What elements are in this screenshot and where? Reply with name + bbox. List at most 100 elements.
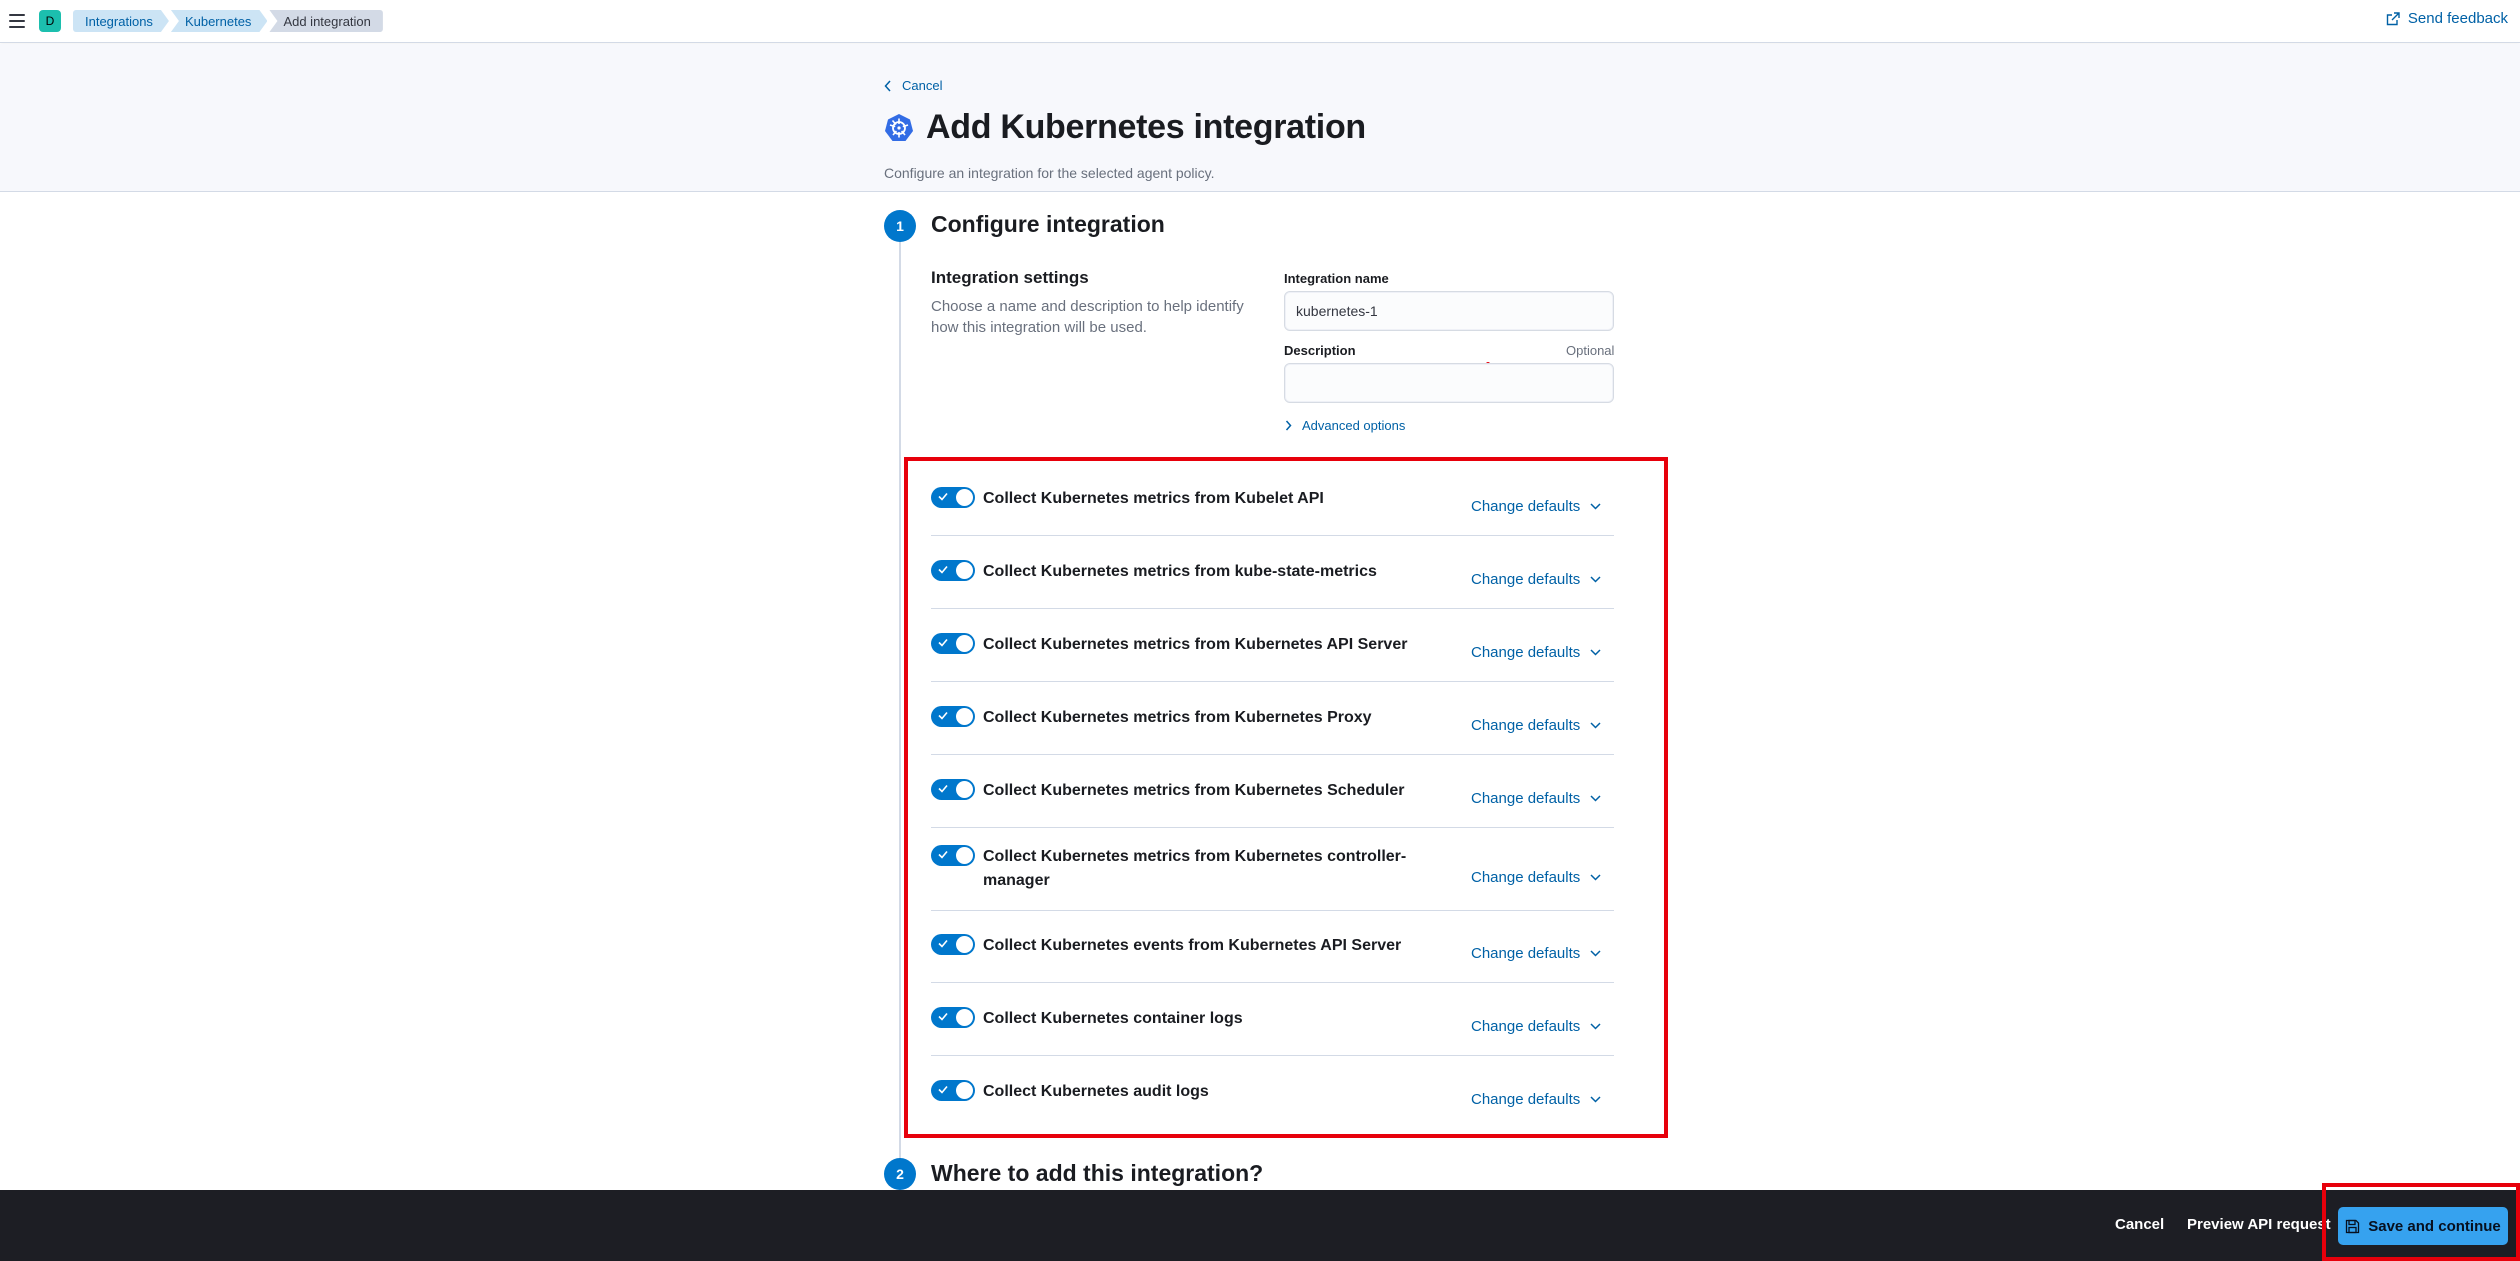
advanced-options-toggle[interactable]: Advanced options (1285, 418, 1405, 433)
input-label: Collect Kubernetes container logs (983, 1010, 1243, 1027)
change-defaults-button[interactable]: Change defaults (1471, 498, 1601, 515)
input-divider (931, 681, 1614, 682)
input-toggle-switch[interactable] (931, 845, 975, 866)
change-defaults-label: Change defaults (1471, 498, 1581, 515)
change-defaults-button[interactable]: Change defaults (1471, 1091, 1601, 1108)
integration-name-input[interactable] (1284, 291, 1614, 331)
menu-icon[interactable] (9, 14, 25, 28)
input-toggle-switch[interactable] (931, 706, 975, 727)
save-and-continue-button[interactable]: Save and continue (2338, 1207, 2508, 1245)
breadcrumb-kubernetes[interactable]: Kubernetes (171, 10, 268, 32)
input-label: Collect Kubernetes events from Kubernete… (983, 937, 1402, 954)
check-icon (938, 850, 948, 859)
input-toggle-switch[interactable] (931, 560, 975, 581)
integration-name-label: Integration name (1284, 271, 1389, 286)
input-row: Collect Kubernetes metrics from Kubernet… (931, 779, 1614, 807)
save-and-continue-label: Save and continue (2368, 1217, 2501, 1235)
chevron-down-icon (1590, 503, 1601, 510)
check-icon (938, 711, 948, 720)
change-defaults-button[interactable]: Change defaults (1471, 717, 1601, 734)
chevron-down-icon (1590, 576, 1601, 583)
breadcrumb-integrations[interactable]: Integrations (73, 10, 169, 32)
chevron-left-icon (884, 79, 891, 92)
change-defaults-label: Change defaults (1471, 945, 1581, 962)
toggle-knob (956, 489, 973, 506)
input-label: Collect Kubernetes audit logs (983, 1083, 1209, 1100)
input-row: Collect Kubernetes audit logs Change defa… (931, 1080, 1614, 1108)
input-toggle-switch[interactable] (931, 779, 975, 800)
input-label: Collect Kubernetes metrics from Kubernet… (983, 636, 1408, 653)
toggle-knob (956, 781, 973, 798)
input-toggle-switch[interactable] (931, 1007, 975, 1028)
external-link-icon (2386, 11, 2400, 25)
input-label: Collect Kubernetes metrics from Kubelet … (983, 490, 1324, 507)
change-defaults-button[interactable]: Change defaults (1471, 945, 1601, 962)
input-divider (931, 754, 1614, 755)
description-optional-label: Optional (1566, 343, 1615, 358)
change-defaults-button[interactable]: Change defaults (1471, 644, 1601, 661)
change-defaults-label: Change defaults (1471, 869, 1581, 886)
chevron-down-icon (1590, 874, 1601, 881)
input-row: Collect Kubernetes metrics from kube-sta… (931, 560, 1614, 588)
description-input[interactable] (1284, 363, 1614, 403)
preview-api-request-button[interactable]: Preview API request (2187, 1216, 2331, 1233)
input-label: Collect Kubernetes metrics from Kubernet… (983, 848, 1407, 889)
change-defaults-button[interactable]: Change defaults (1471, 1018, 1601, 1035)
input-toggle-switch[interactable] (931, 1080, 975, 1101)
change-defaults-label: Change defaults (1471, 644, 1581, 661)
step-1-number: 1 (884, 210, 916, 242)
toggle-knob (956, 1009, 973, 1026)
check-icon (938, 1012, 948, 1021)
input-label: Collect Kubernetes metrics from Kubernet… (983, 709, 1372, 726)
chevron-down-icon (1590, 649, 1601, 656)
input-row: Collect Kubernetes metrics from Kubernet… (931, 633, 1614, 661)
space-avatar[interactable]: D (39, 10, 61, 32)
chevron-down-icon (1590, 1096, 1601, 1103)
change-defaults-label: Change defaults (1471, 1091, 1581, 1108)
toggle-knob (956, 708, 973, 725)
send-feedback-link[interactable]: Send feedback (2386, 10, 2508, 27)
input-label: Collect Kubernetes metrics from Kubernet… (983, 782, 1405, 799)
input-divider (931, 1055, 1614, 1056)
change-defaults-button[interactable]: Change defaults (1471, 571, 1601, 588)
input-row: Collect Kubernetes events from Kubernete… (931, 934, 1614, 962)
toggle-knob (956, 1082, 973, 1099)
change-defaults-label: Change defaults (1471, 717, 1581, 734)
check-icon (938, 939, 948, 948)
breadcrumb-add-integration: Add integration (269, 10, 383, 32)
top-header: D Integrations Kubernetes Add integratio… (0, 0, 2520, 43)
footer-cancel-button[interactable]: Cancel (2115, 1216, 2164, 1233)
change-defaults-label: Change defaults (1471, 571, 1581, 588)
title-row: Add Kubernetes integration (884, 108, 1366, 147)
cancel-back-link[interactable]: Cancel (884, 78, 942, 93)
change-defaults-button[interactable]: Change defaults (1471, 869, 1601, 886)
page-title: Add Kubernetes integration (926, 108, 1366, 146)
breadcrumb: Integrations Kubernetes Add integration (73, 10, 385, 32)
step-2-number: 2 (884, 1158, 916, 1190)
save-icon (2346, 1219, 2360, 1233)
input-label: Collect Kubernetes metrics from kube-sta… (983, 563, 1377, 580)
check-icon (938, 638, 948, 647)
step-1-title: Configure integration (931, 211, 1165, 237)
toggle-knob (956, 562, 973, 579)
input-toggle-switch[interactable] (931, 934, 975, 955)
input-row: Collect Kubernetes metrics from Kubernet… (931, 706, 1614, 734)
input-divider (931, 827, 1614, 828)
input-toggle-switch[interactable] (931, 487, 975, 508)
input-divider (931, 982, 1614, 983)
change-defaults-label: Change defaults (1471, 1018, 1581, 1035)
input-row: Collect Kubernetes metrics from Kubelet … (931, 487, 1614, 515)
chevron-right-icon (1285, 420, 1292, 431)
advanced-options-label: Advanced options (1302, 418, 1406, 433)
cancel-back-label: Cancel (902, 78, 943, 93)
description-label: Description (1284, 343, 1356, 358)
change-defaults-button[interactable]: Change defaults (1471, 790, 1601, 807)
integration-settings-description: Choose a name and description to help id… (931, 298, 1244, 336)
integration-settings-title: Integration settings (931, 268, 1089, 287)
toggle-knob (956, 936, 973, 953)
input-divider (931, 535, 1614, 536)
step-2-title: Where to add this integration? (931, 1160, 1264, 1186)
check-icon (938, 565, 948, 574)
input-toggle-switch[interactable] (931, 633, 975, 654)
chevron-down-icon (1590, 950, 1601, 957)
